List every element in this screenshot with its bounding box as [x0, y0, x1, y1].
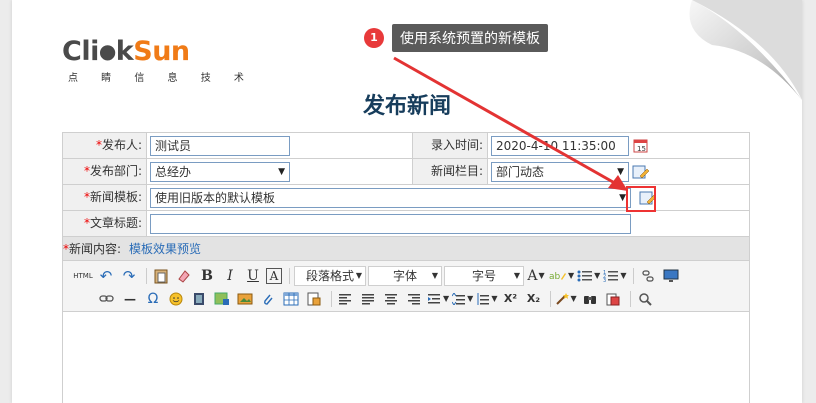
italic-button[interactable]: I [220, 266, 240, 286]
content-label: 新闻内容: [69, 242, 122, 256]
subscript-button[interactable]: X₂ [523, 289, 543, 309]
template-label: *新闻模板: [63, 185, 147, 210]
publisher-label: *发布人: [63, 133, 147, 158]
font-color-button[interactable]: A ▼ [526, 266, 546, 286]
publisher-input[interactable]: 测试员 [150, 135, 290, 156]
column-label: 新闻栏目: [413, 159, 488, 184]
superscript-button[interactable]: X² [500, 289, 520, 309]
template-clip-icon[interactable] [603, 289, 623, 309]
horizontal-rule-button[interactable]: — [120, 289, 140, 309]
paragraph-spacing-icon[interactable]: ▼ [476, 289, 497, 309]
editor-content-area[interactable] [63, 312, 749, 403]
code-snippet-icon[interactable] [304, 289, 324, 309]
font-family-select[interactable]: 字体 ▼ [368, 265, 442, 286]
eraser-icon[interactable] [174, 266, 194, 286]
indent-icon[interactable]: ▼ [428, 289, 449, 309]
redo-button[interactable]: ↷ [119, 266, 139, 286]
paragraph-format-select[interactable]: 段落格式 ▼ [294, 265, 366, 286]
attachment-icon[interactable] [258, 289, 278, 309]
page-paper: Cli●kSun 点 睛 信 息 技 术 发布新闻 1 使用系统预置的新模板 *… [12, 0, 802, 403]
chevron-down-icon: ▼ [431, 271, 438, 280]
html-source-button[interactable]: HTML [73, 266, 93, 286]
paste-icon[interactable] [151, 266, 171, 286]
chevron-down-icon: ▼ [513, 271, 520, 280]
column-select[interactable]: 部门动态 ▼ [491, 161, 629, 182]
logo: Cli●kSun 点 睛 信 息 技 术 [62, 36, 254, 85]
preview-monitor-icon[interactable] [661, 266, 681, 286]
svg-text:ab: ab [549, 272, 561, 282]
bold-button[interactable]: B [197, 266, 217, 286]
video-film-icon[interactable] [189, 289, 209, 309]
logo-dot: ● [98, 39, 116, 63]
article-title-label: *文章标题: [63, 211, 147, 236]
chevron-down-icon: ▼ [355, 271, 362, 280]
link-icon[interactable] [97, 289, 117, 309]
line-spacing-icon[interactable]: ▼ [452, 289, 473, 309]
link-chain-icon[interactable] [638, 266, 658, 286]
page-title: 发布新闻 [362, 94, 451, 119]
logo-text-b: k [115, 36, 134, 67]
chevron-down-icon: ▼ [278, 166, 285, 177]
calendar-icon[interactable]: 15 [632, 138, 650, 154]
align-center-icon[interactable] [382, 289, 402, 309]
logo-text-c: Sun [133, 36, 190, 67]
edit-column-icon[interactable] [632, 164, 650, 180]
insert-image-icon[interactable] [212, 289, 232, 309]
underline-button[interactable]: U [243, 266, 263, 286]
table-icon[interactable] [281, 289, 301, 309]
callout-text: 使用系统预置的新模板 [392, 24, 548, 52]
department-select[interactable]: 总经办 ▼ [150, 161, 290, 182]
news-form: *发布人: 测试员 录入时间: 2020-4-10 11:35:00 15 *发… [62, 132, 750, 403]
logo-text-a: Cli [62, 36, 99, 67]
align-right-icon[interactable] [405, 289, 425, 309]
highlight-icon[interactable]: ab ▼ [549, 266, 574, 286]
page-curl-graphic [689, 0, 802, 100]
unordered-list-icon[interactable]: ▼ [577, 266, 600, 286]
template-select[interactable]: 使用旧版本的默认模板 ▼ [150, 187, 631, 208]
template-preview-link[interactable]: 模板效果预览 [129, 240, 201, 257]
form-row-department: *发布部门: 总经办 ▼ 新闻栏目: 部门动态 ▼ [63, 158, 749, 184]
find-binoculars-icon[interactable] [580, 289, 600, 309]
emoticon-icon[interactable] [166, 289, 186, 309]
form-row-title: *文章标题: [63, 210, 749, 236]
svg-text:3: 3 [603, 278, 606, 283]
form-row-publisher: *发布人: 测试员 录入时间: 2020-4-10 11:35:00 15 [63, 132, 749, 158]
highlight-box [626, 186, 656, 212]
callout-number: 1 [364, 28, 384, 48]
callout: 1 使用系统预置的新模板 [364, 24, 548, 52]
article-title-input[interactable] [150, 213, 631, 234]
entry-time-input[interactable]: 2020-4-10 11:35:00 [491, 135, 629, 156]
font-border-button[interactable]: A [266, 267, 282, 284]
entry-time-label: 录入时间: [413, 133, 488, 158]
image-gallery-icon[interactable] [235, 289, 255, 309]
svg-text:15: 15 [637, 145, 646, 153]
special-char-button[interactable]: Ω [143, 289, 163, 309]
undo-button[interactable]: ↶ [96, 266, 116, 286]
chevron-down-icon: ▼ [619, 192, 626, 203]
department-label: *发布部门: [63, 159, 147, 184]
align-justify-icon[interactable] [359, 289, 379, 309]
ordered-list-icon[interactable]: 1 2 3 ▼ [603, 266, 626, 286]
font-size-select[interactable]: 字号 ▼ [444, 265, 524, 286]
align-left-icon[interactable] [336, 289, 356, 309]
editor-toolbar: HTML ↶ ↷ B I U A 段落格式 ▼ 字体 ▼ 字号 ▼ A ▼ ab ▼ ▼ … [63, 260, 749, 312]
chevron-down-icon: ▼ [617, 166, 624, 177]
zoom-search-icon[interactable] [635, 289, 655, 309]
content-row: * 新闻内容: 模板效果预览 [63, 236, 749, 260]
magic-wand-icon[interactable]: ▼ [555, 289, 577, 309]
logo-subtitle: 点 睛 信 息 技 术 [68, 73, 254, 84]
